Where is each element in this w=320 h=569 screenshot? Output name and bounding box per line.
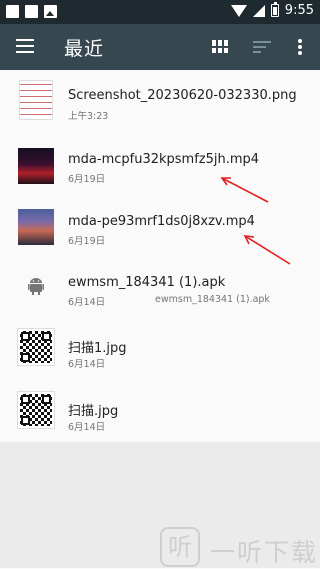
watermark-logo-icon: 听 — [160, 527, 200, 567]
screenshot-thumbnail — [19, 80, 53, 120]
file-row[interactable]: 扫描.jpg 6月14日 — [0, 381, 320, 441]
notification-icons — [6, 5, 57, 18]
watermark-text: 一听下载 — [210, 538, 319, 567]
qr-thumbnail — [17, 328, 55, 366]
file-name: 扫描1.jpg — [68, 341, 127, 356]
file-date: 6月19日 — [68, 174, 106, 185]
file-secondary-label: ewmsm_184341 (1).apk — [155, 294, 270, 305]
video-thumbnail — [18, 209, 54, 245]
file-name: mda-mcpfu32kpsmfz5jh.mp4 — [68, 152, 260, 167]
video-thumbnail — [18, 148, 54, 184]
file-name: Screenshot_20230620-032330.png — [68, 88, 297, 103]
file-name: 扫描.jpg — [68, 404, 119, 419]
file-row[interactable]: Screenshot_20230620-032330.png 上午3:23 — [0, 70, 320, 133]
status-time: 9:55 — [284, 3, 314, 18]
notification-square-icon — [25, 5, 38, 18]
file-row[interactable]: 扫描1.jpg 6月14日 — [0, 319, 320, 381]
file-date: 6月19日 — [68, 236, 106, 247]
page-title: 最近 — [64, 38, 105, 60]
sort-icon[interactable] — [253, 41, 271, 53]
status-icons: 9:55 — [230, 2, 314, 18]
android-icon — [28, 278, 44, 295]
toolbar: 最近 — [0, 24, 320, 70]
image-notification-icon — [44, 5, 57, 18]
file-row[interactable]: mda-pe93mrf1ds0j8xzv.mp4 6月19日 — [0, 195, 320, 257]
file-date: 6月14日 — [68, 359, 106, 370]
file-date: 6月14日 — [68, 422, 106, 433]
battery-icon — [270, 2, 279, 17]
status-bar: 9:55 — [0, 0, 320, 24]
file-date: 6月14日 — [68, 297, 106, 308]
menu-icon[interactable] — [16, 39, 34, 53]
watermark: 听 一听下载 — [160, 527, 320, 567]
file-row[interactable]: ewmsm_184341 (1).apk 6月14日 ewmsm_184341 … — [0, 257, 320, 319]
qr-thumbnail — [17, 391, 55, 429]
signal-icon — [252, 4, 265, 17]
notification-square-icon — [6, 5, 19, 18]
more-options-icon[interactable] — [298, 39, 302, 57]
grid-view-icon[interactable] — [212, 40, 228, 53]
file-row[interactable]: mda-mcpfu32kpsmfz5jh.mp4 6月19日 — [0, 133, 320, 195]
file-date: 上午3:23 — [68, 111, 109, 122]
recent-files-list: Screenshot_20230620-032330.png 上午3:23 md… — [0, 70, 320, 442]
file-name: ewmsm_184341 (1).apk — [68, 275, 226, 290]
wifi-icon — [230, 4, 247, 17]
file-name: mda-pe93mrf1ds0j8xzv.mp4 — [68, 214, 255, 229]
